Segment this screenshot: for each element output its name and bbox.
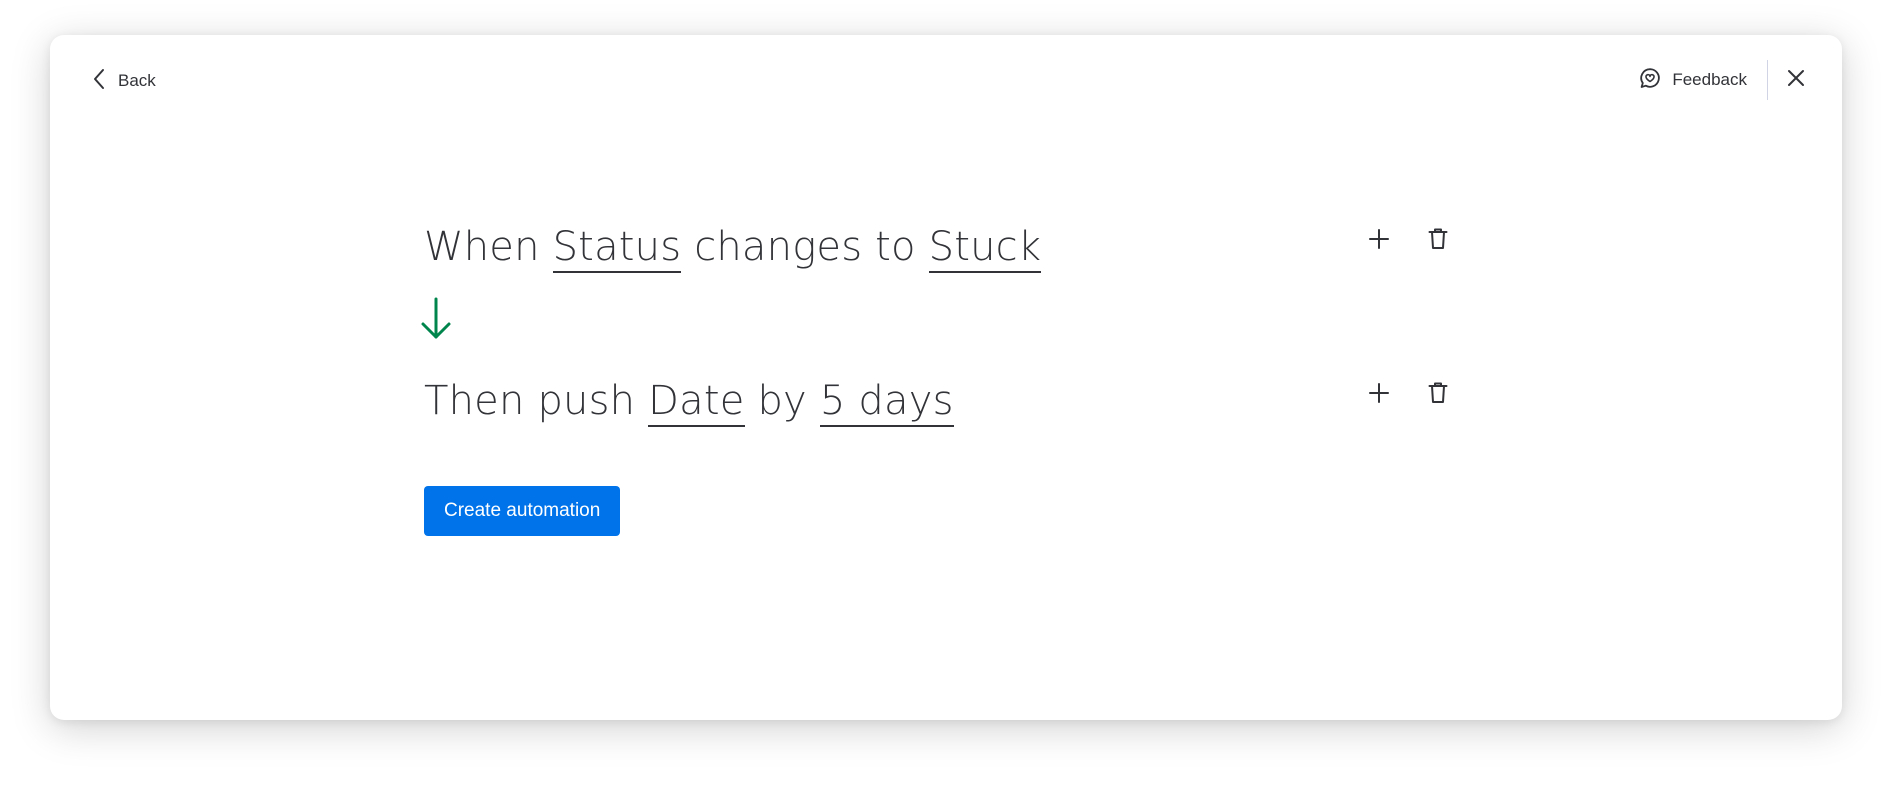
- plus-icon: [1368, 382, 1390, 408]
- action-prefix: Then push: [424, 378, 636, 424]
- feedback-button[interactable]: Feedback: [1638, 66, 1767, 94]
- create-automation-button[interactable]: Create automation: [424, 486, 621, 536]
- add-condition-button[interactable]: [1365, 227, 1393, 255]
- action-sentence: Then push Date by 5 days: [424, 371, 954, 431]
- delete-action-button[interactable]: [1424, 381, 1452, 409]
- trash-icon: [1427, 227, 1449, 255]
- back-button[interactable]: Back: [92, 65, 156, 97]
- feedback-label: Feedback: [1672, 70, 1747, 89]
- header-divider: [1767, 60, 1768, 100]
- action-middle: by: [757, 378, 807, 424]
- close-button[interactable]: [1780, 64, 1812, 96]
- action-field-token[interactable]: Date: [648, 378, 745, 427]
- add-action-button[interactable]: [1365, 381, 1393, 409]
- trigger-row-actions: [1365, 227, 1452, 255]
- trigger-value-token[interactable]: Stuck: [928, 224, 1042, 273]
- trigger-prefix: When: [424, 224, 540, 270]
- action-row-actions: [1365, 381, 1452, 409]
- chevron-left-icon: [92, 68, 106, 94]
- plus-icon: [1368, 228, 1390, 254]
- feedback-chat-icon: [1638, 66, 1662, 94]
- trigger-middle: changes to: [694, 224, 916, 270]
- trigger-sentence: When Status changes to Stuck: [424, 217, 1042, 277]
- top-right-actions: Feedback: [1638, 57, 1812, 103]
- back-label: Back: [118, 71, 156, 90]
- trash-icon: [1427, 381, 1449, 409]
- delete-trigger-button[interactable]: [1424, 227, 1452, 255]
- automation-modal: Back Feedback When Status changes to Stu…: [50, 35, 1842, 720]
- action-value-token[interactable]: 5 days: [819, 378, 954, 427]
- close-icon: [1786, 68, 1806, 92]
- arrow-down-icon: [420, 297, 452, 345]
- trigger-field-token[interactable]: Status: [552, 224, 682, 273]
